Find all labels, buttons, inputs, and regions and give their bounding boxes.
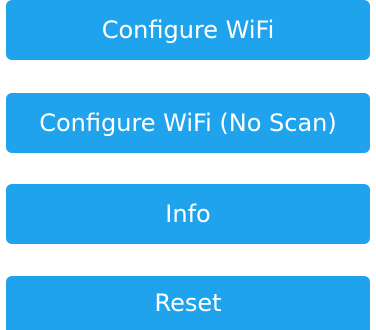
configure-wifi-button[interactable]: Configure WiFi [6,0,370,60]
reset-button[interactable]: Reset [6,276,370,330]
configure-wifi-label: Configure WiFi [101,16,275,44]
configure-wifi-no-scan-button[interactable]: Configure WiFi (No Scan) [6,93,370,153]
info-label: Info [165,200,211,228]
reset-label: Reset [154,289,222,317]
info-button[interactable]: Info [6,184,370,244]
configure-wifi-no-scan-label: Configure WiFi (No Scan) [39,109,337,137]
